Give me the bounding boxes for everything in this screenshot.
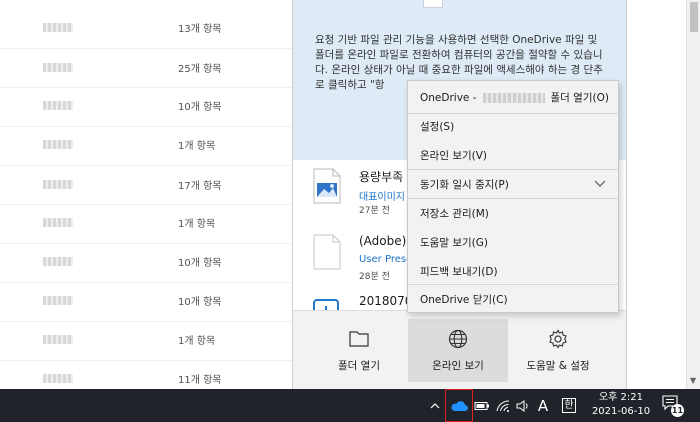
scrollbar-thumb[interactable] <box>690 2 698 32</box>
item-count: 10개 항목 <box>178 101 222 113</box>
menu-item-open-folder[interactable]: OneDrive - 폴더 열기(O) <box>408 83 618 112</box>
ime-mode-indicator[interactable]: A <box>534 389 552 422</box>
redacted-folder-name <box>43 373 73 383</box>
highlight-box <box>445 389 473 422</box>
redacted-folder-name <box>43 256 73 266</box>
vertical-scrollbar[interactable]: ▼ <box>686 0 700 389</box>
row-divider <box>0 243 292 244</box>
redacted-folder-name <box>43 334 73 344</box>
file-title: (Adobe).l <box>359 234 414 248</box>
battery-icon <box>474 401 489 410</box>
menu-item-settings[interactable]: 설정(S) <box>408 112 618 141</box>
list-item[interactable]: 10개 항목 <box>0 286 292 314</box>
item-count: 10개 항목 <box>178 296 222 308</box>
file-time: 28분 전 <box>359 272 390 282</box>
action-center-button[interactable]: 11 <box>662 395 684 417</box>
item-count: 10개 항목 <box>178 257 222 269</box>
clock-date: 2021-06-10 <box>591 406 651 417</box>
ime-language-button[interactable]: 한 <box>560 389 578 422</box>
redacted-folder-name <box>43 100 73 110</box>
help-settings-label: 도움말 & 설정 <box>526 360 590 372</box>
row-divider <box>0 282 292 283</box>
folder-icon <box>349 331 369 347</box>
menu-item-send-feedback[interactable]: 피드백 보내기(D) <box>408 257 618 286</box>
list-item[interactable]: 10개 항목 <box>0 247 292 275</box>
row-divider <box>0 48 292 49</box>
menu-item-pause-sync-label: 동기화 일시 중지(P) <box>420 179 509 191</box>
gear-icon <box>549 329 567 349</box>
menu-item-get-help[interactable]: 도움말 보기(G) <box>408 228 618 257</box>
list-item[interactable]: 11개 항목 <box>0 364 292 392</box>
redacted-folder-name <box>43 22 73 32</box>
document-file-icon <box>313 299 339 310</box>
list-item[interactable]: 17개 항목 <box>0 170 292 198</box>
row-divider <box>0 360 292 361</box>
row-divider <box>0 87 292 88</box>
globe-icon <box>448 329 468 349</box>
info-image-icon <box>423 0 443 8</box>
redacted-account-name <box>482 92 545 103</box>
list-item[interactable]: 1개 항목 <box>0 130 292 158</box>
redacted-folder-name <box>43 179 73 189</box>
menu-item-manage-storage[interactable]: 저장소 관리(M) <box>408 199 618 228</box>
open-folder-label: 폴더 열기 <box>338 360 380 372</box>
onedrive-context-menu: OneDrive - 폴더 열기(O) 설정(S) 온라인 보기(V) 동기화 … <box>407 80 619 313</box>
list-item[interactable]: 1개 항목 <box>0 325 292 353</box>
screen: 13개 항목 25개 항목 10개 항목 1개 항목 17개 항목 1개 항목 <box>0 0 700 422</box>
list-item[interactable]: 13개 항목 <box>0 13 292 41</box>
volume-tray-button[interactable] <box>513 389 533 422</box>
chevron-down-icon <box>594 180 606 187</box>
file-location[interactable]: 대표이미지 <box>359 188 405 203</box>
row-divider <box>0 126 292 127</box>
clock-time: 오후 2:21 <box>598 392 644 403</box>
speaker-icon <box>516 399 528 412</box>
wifi-tray-button[interactable] <box>493 389 513 422</box>
item-count: 17개 항목 <box>178 180 222 192</box>
menu-item-open-folder-prefix: OneDrive - <box>420 91 477 104</box>
item-count: 1개 항목 <box>178 140 216 152</box>
row-divider <box>0 321 292 322</box>
redacted-folder-name <box>43 62 73 72</box>
menu-item-open-folder-suffix: 폴더 열기(O) <box>550 92 609 104</box>
flyout-action-bar: 폴더 열기 온라인 보기 도움말 & 설정 <box>293 310 626 389</box>
show-hidden-icons-button[interactable] <box>427 389 443 422</box>
chevron-up-icon <box>430 402 440 408</box>
file-time: 27분 전 <box>359 206 390 216</box>
ime-language-label: 한 <box>562 398 576 413</box>
redacted-folder-name <box>43 139 73 149</box>
item-count: 1개 항목 <box>178 335 216 347</box>
battery-tray-button[interactable] <box>472 389 492 422</box>
menu-item-view-online[interactable]: 온라인 보기(V) <box>408 141 618 170</box>
list-item[interactable]: 1개 항목 <box>0 208 292 236</box>
file-title: 용량부족 <box>359 170 404 184</box>
notification-count-badge: 11 <box>671 404 684 417</box>
blank-file-icon <box>313 234 341 270</box>
file-location[interactable]: User Prese <box>359 254 412 265</box>
help-settings-button[interactable]: 도움말 & 설정 <box>508 319 608 382</box>
item-count: 11개 항목 <box>178 374 222 386</box>
view-online-label: 온라인 보기 <box>432 360 484 372</box>
wifi-icon <box>496 399 510 412</box>
item-count: 25개 항목 <box>178 63 222 75</box>
redacted-folder-name <box>43 295 73 305</box>
taskbar-clock[interactable]: 오후 2:21 2021-06-10 <box>590 391 652 419</box>
open-folder-button[interactable]: 폴더 열기 <box>309 319 409 382</box>
menu-item-pause-sync[interactable]: 동기화 일시 중지(P) <box>408 170 618 199</box>
item-count: 1개 항목 <box>178 218 216 230</box>
item-count: 13개 항목 <box>178 23 222 35</box>
scroll-down-arrow-icon[interactable]: ▼ <box>690 376 696 385</box>
menu-item-close-onedrive[interactable]: OneDrive 닫기(C) <box>408 285 618 314</box>
row-divider <box>0 165 292 166</box>
file-explorer-list: 13개 항목 25개 항목 10개 항목 1개 항목 17개 항목 1개 항목 <box>0 0 292 389</box>
redacted-folder-name <box>43 217 73 227</box>
list-item[interactable]: 10개 항목 <box>0 91 292 119</box>
row-divider <box>0 204 292 205</box>
list-item[interactable]: 25개 항목 <box>0 53 292 81</box>
image-file-icon <box>313 168 341 204</box>
view-online-button[interactable]: 온라인 보기 <box>408 319 508 382</box>
